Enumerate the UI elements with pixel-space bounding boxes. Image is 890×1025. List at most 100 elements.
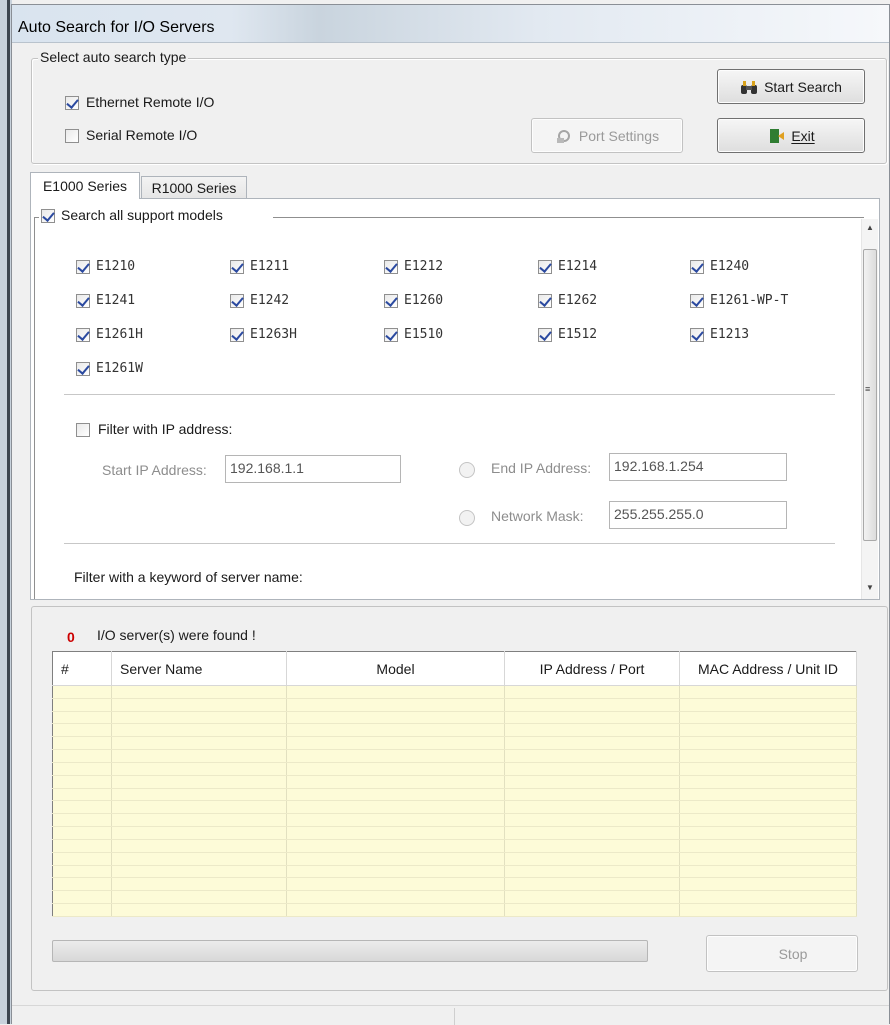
table-row[interactable] xyxy=(52,749,857,763)
model-label: E1260 xyxy=(404,293,444,308)
tab-e1000-series[interactable]: E1000 Series xyxy=(30,172,140,199)
model-checkbox[interactable] xyxy=(230,260,244,274)
end-ip-input[interactable]: 192.168.1.254 xyxy=(609,453,787,481)
model-checkbox[interactable] xyxy=(384,294,398,308)
model-checkbox[interactable] xyxy=(538,260,552,274)
network-mask-input[interactable]: 255.255.255.0 xyxy=(609,501,787,529)
filter-ip-checkbox[interactable] xyxy=(76,423,90,437)
start-search-button[interactable]: Start Search xyxy=(717,69,865,104)
model-checkbox[interactable] xyxy=(76,362,90,376)
column-header-ip-address[interactable]: IP Address / Port xyxy=(504,651,680,686)
status-bar-separator xyxy=(454,1008,455,1025)
table-cell xyxy=(286,826,505,840)
table-row[interactable] xyxy=(52,775,857,789)
ethernet-remote-io-checkbox[interactable] xyxy=(65,96,79,110)
model-label: E1213 xyxy=(710,327,750,342)
table-cell xyxy=(504,877,680,892)
start-search-label: Start Search xyxy=(764,78,842,95)
port-settings-label: Port Settings xyxy=(578,127,660,144)
filter-ip-label: Filter with IP address: xyxy=(98,421,233,437)
model-checkbox[interactable] xyxy=(538,328,552,342)
network-mask-label: Network Mask: xyxy=(491,508,584,524)
table-cell xyxy=(504,775,680,789)
model-checkbox[interactable] xyxy=(690,294,704,308)
serial-remote-io-checkbox[interactable] xyxy=(65,129,79,143)
table-cell xyxy=(52,749,112,763)
start-ip-label: Start IP Address: xyxy=(102,462,207,478)
model-checkbox[interactable] xyxy=(384,260,398,274)
model-checkbox[interactable] xyxy=(690,260,704,274)
network-mask-radio[interactable] xyxy=(459,510,475,526)
e1000-series-panel xyxy=(30,198,880,600)
table-cell xyxy=(52,890,112,905)
table-row[interactable] xyxy=(52,723,857,738)
model-label: E1261W xyxy=(96,361,143,376)
results-found-text: I/O server(s) were found ! xyxy=(97,627,256,643)
model-checkbox[interactable] xyxy=(76,260,90,274)
tab-r1000-series[interactable]: R1000 Series xyxy=(141,176,247,199)
table-cell xyxy=(111,903,287,917)
model-checkbox[interactable] xyxy=(230,294,244,308)
scroll-grip-icon: ≡ xyxy=(865,384,871,394)
table-cell xyxy=(504,749,680,763)
scrollbar-thumb[interactable] xyxy=(863,249,877,541)
table-row[interactable] xyxy=(52,826,857,840)
model-checkbox[interactable] xyxy=(230,328,244,342)
column-header-index[interactable]: # xyxy=(52,651,112,686)
scroll-up-icon[interactable]: ▲ xyxy=(866,223,874,232)
model-checkbox[interactable] xyxy=(76,294,90,308)
table-row[interactable] xyxy=(52,865,857,879)
table-cell xyxy=(286,839,505,853)
search-all-models-checkbox[interactable] xyxy=(41,209,55,223)
column-header-server-name[interactable]: Server Name xyxy=(111,651,287,686)
search-all-models-legend: Search all support models xyxy=(39,206,273,226)
title-bar[interactable]: Auto Search for I/O Servers xyxy=(12,5,889,43)
search-all-models-label: Search all support models xyxy=(61,207,223,223)
table-cell xyxy=(286,903,505,917)
table-row[interactable] xyxy=(52,698,857,712)
models-scrollbar[interactable]: ▲ ≡ ▼ xyxy=(861,219,878,599)
table-row[interactable] xyxy=(52,877,857,892)
stop-button[interactable]: Stop xyxy=(706,935,858,972)
table-row[interactable] xyxy=(52,839,857,853)
table-row[interactable] xyxy=(52,736,857,751)
table-row[interactable] xyxy=(52,890,857,905)
table-cell xyxy=(111,800,287,815)
table-row[interactable] xyxy=(52,852,857,866)
table-cell xyxy=(111,685,287,699)
end-ip-radio[interactable] xyxy=(459,462,475,478)
column-header-model[interactable]: Model xyxy=(286,651,505,686)
exit-button[interactable]: Exit xyxy=(717,118,865,153)
table-row[interactable] xyxy=(52,685,857,699)
model-checkbox[interactable] xyxy=(538,294,552,308)
table-cell xyxy=(286,762,505,776)
table-row[interactable] xyxy=(52,800,857,815)
table-row[interactable] xyxy=(52,788,857,802)
table-cell xyxy=(679,685,857,699)
results-table[interactable]: # Server Name Model IP Address / Port MA… xyxy=(52,651,857,917)
table-cell xyxy=(111,698,287,712)
table-cell xyxy=(111,788,287,802)
table-row[interactable] xyxy=(52,903,857,917)
table-cell xyxy=(679,890,857,905)
table-cell xyxy=(111,749,287,763)
start-ip-input[interactable]: 192.168.1.1 xyxy=(225,455,401,483)
table-cell xyxy=(504,800,680,815)
model-checkbox[interactable] xyxy=(76,328,90,342)
port-settings-button[interactable]: Port Settings xyxy=(531,118,683,153)
table-cell xyxy=(504,723,680,738)
model-label: E1242 xyxy=(250,293,290,308)
table-cell xyxy=(504,762,680,776)
table-cell xyxy=(286,813,505,828)
table-cell xyxy=(679,852,857,866)
table-cell xyxy=(679,723,857,738)
model-checkbox[interactable] xyxy=(690,328,704,342)
column-header-mac-address[interactable]: MAC Address / Unit ID xyxy=(679,651,857,686)
table-row[interactable] xyxy=(52,762,857,776)
table-row[interactable] xyxy=(52,711,857,725)
scroll-down-icon[interactable]: ▼ xyxy=(866,583,874,592)
table-cell xyxy=(679,813,857,828)
model-label: E1512 xyxy=(558,327,598,342)
model-checkbox[interactable] xyxy=(384,328,398,342)
table-row[interactable] xyxy=(52,813,857,828)
